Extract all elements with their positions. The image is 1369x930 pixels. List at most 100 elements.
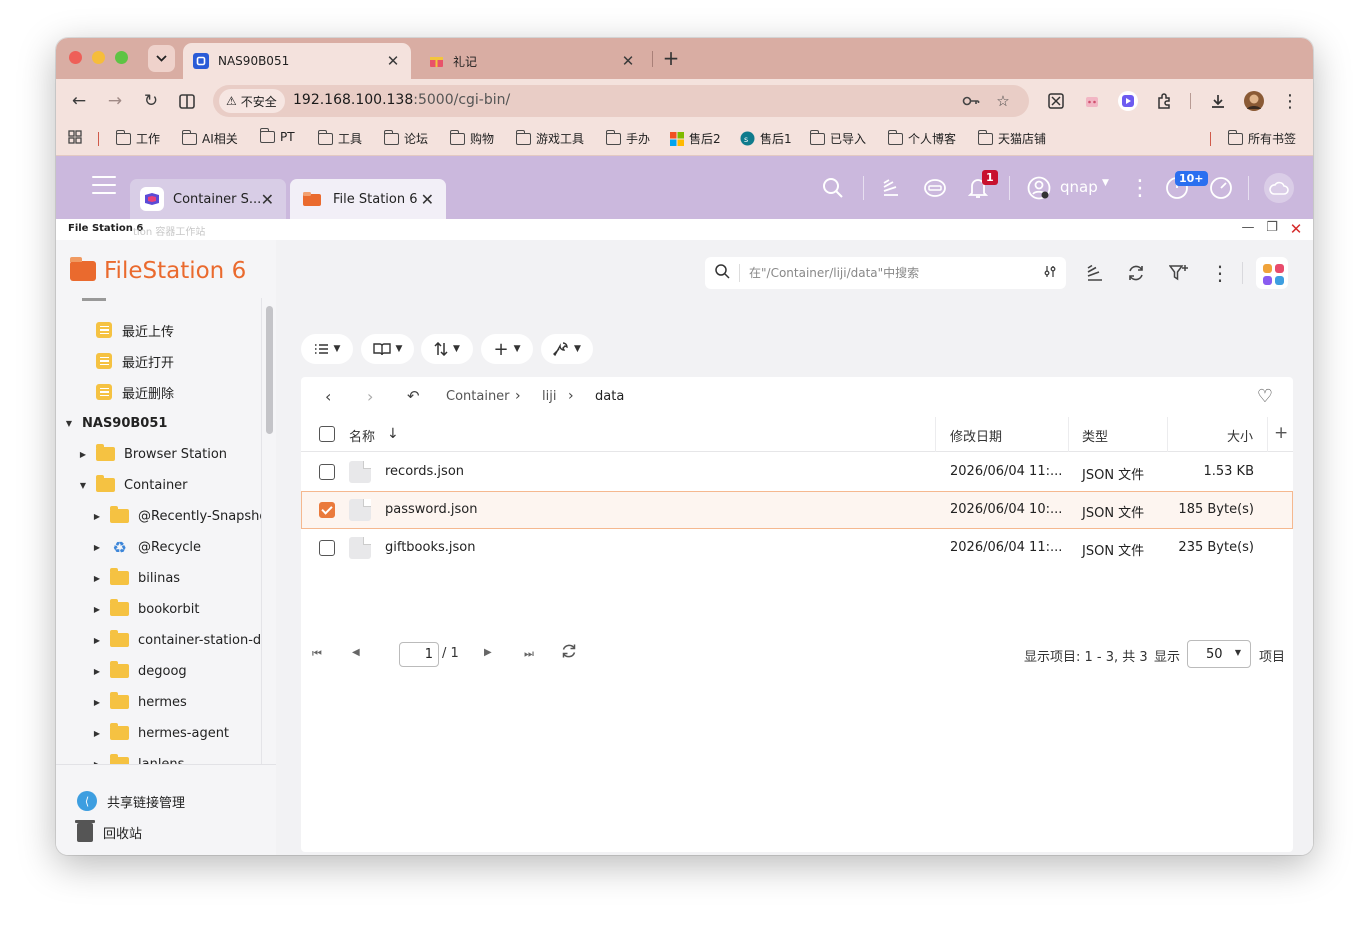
maximize-icon[interactable]: ❐ (1263, 220, 1281, 238)
zoom-window-button[interactable] (115, 51, 128, 64)
sort-button[interactable]: ▼ (421, 334, 473, 364)
close-window-button[interactable] (69, 51, 82, 64)
security-chip[interactable]: ⚠ 不安全 (219, 89, 285, 113)
row-checkbox[interactable] (319, 540, 335, 556)
background-tasks-icon[interactable] (877, 174, 905, 202)
bookmark-folder[interactable]: 已导入 (809, 129, 866, 147)
table-row-selected[interactable]: password.json 2026/06/04 10:... JSON 文件 … (301, 491, 1293, 529)
collapsed-caret-icon[interactable]: ▶ (92, 574, 102, 583)
bookmark-folder[interactable]: AI相关 (181, 129, 238, 147)
extension-robot-icon[interactable] (1080, 89, 1104, 113)
collapsed-caret-icon[interactable]: ▶ (92, 636, 102, 645)
tree-item-folder[interactable]: ▶ hermes-agent (92, 721, 229, 745)
reading-mode-icon[interactable] (176, 90, 198, 112)
tree-item-nas[interactable]: ▼ NAS90B051 (64, 411, 168, 435)
download-icon[interactable] (1206, 89, 1230, 113)
collapsed-caret-icon[interactable]: ▶ (92, 543, 102, 552)
search-box[interactable] (705, 257, 1066, 289)
tree-item-folder[interactable]: ▶ @Recently-Snapshot (92, 504, 261, 528)
search-input[interactable] (749, 266, 1044, 280)
browser-tab-nas[interactable]: NAS90B051 ✕ (183, 43, 411, 79)
extension-scissors-icon[interactable] (1044, 89, 1068, 113)
sidebar-scrollbar[interactable] (261, 298, 276, 764)
tree-item-folder[interactable]: ▶ bilinas (92, 566, 180, 590)
breadcrumb-current[interactable]: data (595, 389, 624, 404)
table-row[interactable]: giftbooks.json 2026/06/04 11:... JSON 文件… (301, 529, 1293, 567)
apps-grid-icon[interactable] (68, 130, 82, 144)
more-actions-icon[interactable]: ⋮ (1207, 260, 1233, 286)
breadcrumb-item[interactable]: liji (542, 389, 556, 404)
tree-item-recent-delete[interactable]: 最近删除 (96, 380, 174, 404)
extensions-puzzle-icon[interactable] (1152, 89, 1176, 113)
row-checkbox[interactable] (319, 502, 335, 518)
add-column-icon[interactable]: + (1274, 423, 1288, 443)
bookmark-folder[interactable]: PT (259, 128, 295, 144)
expanded-caret-icon[interactable]: ▼ (78, 481, 88, 490)
bookmark-star-icon[interactable]: ☆ (993, 91, 1013, 111)
background-tasks-icon[interactable] (1082, 260, 1108, 286)
bookmark-link[interactable]: s 售后1 (740, 130, 792, 147)
view-mode-button[interactable]: ▼ (301, 334, 353, 364)
per-page-select[interactable]: 50 ▼ (1187, 640, 1251, 668)
extension-purple-icon[interactable] (1116, 89, 1140, 113)
share-link-management[interactable]: ⟨ 共享链接管理 (77, 791, 185, 811)
collapsed-caret-icon[interactable]: ▶ (92, 729, 102, 738)
resource-monitor-icon[interactable] (1207, 174, 1235, 202)
search-icon[interactable] (819, 174, 847, 202)
tree-item-recent-open[interactable]: 最近打开 (96, 349, 174, 373)
tree-item-recycle[interactable]: ▶ ♻ @Recycle (92, 535, 201, 559)
bookmark-folder[interactable]: 论坛 (383, 129, 428, 147)
sort-desc-icon[interactable]: ↓ (387, 426, 399, 442)
close-tab-icon[interactable]: ✕ (385, 52, 401, 70)
password-key-icon[interactable] (961, 91, 981, 111)
external-device-icon[interactable] (921, 174, 949, 202)
more-options-icon[interactable]: ⋮ (1126, 174, 1154, 202)
column-header-modified[interactable]: 修改日期 (950, 426, 1002, 445)
tree-item-recent-upload[interactable]: 最近上传 (96, 318, 174, 342)
app-tab-file-station[interactable]: File Station 6 ✕ (290, 179, 446, 219)
prev-page-icon[interactable]: ◀ (352, 647, 360, 658)
preview-mode-button[interactable]: ▼ (361, 334, 414, 364)
tree-item-folder[interactable]: ▶ Browser Station (78, 442, 227, 466)
bookmark-folder[interactable]: 游戏工具 (515, 129, 584, 147)
filter-icon[interactable] (1166, 260, 1192, 286)
parent-folder-icon[interactable]: ↶ (407, 387, 420, 405)
myqnapcloud-icon[interactable] (1264, 173, 1294, 203)
row-checkbox[interactable] (319, 464, 335, 480)
advanced-search-icon[interactable] (1044, 265, 1056, 282)
collapsed-caret-icon[interactable]: ▶ (92, 698, 102, 707)
collapsed-caret-icon[interactable]: ▶ (78, 450, 88, 459)
next-page-icon[interactable]: ▶ (484, 647, 492, 658)
recycle-bin-link[interactable]: 回收站 (75, 820, 142, 842)
column-header-size[interactable]: 大小 (1227, 426, 1253, 445)
close-app-tab-icon[interactable]: ✕ (421, 190, 434, 209)
column-header-type[interactable]: 类型 (1082, 426, 1108, 445)
refresh-icon[interactable] (1123, 260, 1149, 286)
page-number-input[interactable] (399, 642, 439, 667)
user-menu-caret-icon[interactable]: ▼ (1102, 178, 1109, 188)
tree-item-folder[interactable]: ▼ Container (78, 473, 188, 497)
create-button[interactable]: + ▼ (481, 334, 533, 364)
new-tab-button[interactable]: + (659, 46, 683, 70)
username-label[interactable]: qnap (1060, 178, 1098, 196)
minimize-window-button[interactable] (92, 51, 105, 64)
bookmark-folder[interactable]: 天猫店铺 (977, 129, 1046, 147)
profile-avatar[interactable] (1242, 89, 1266, 113)
tree-item-folder[interactable]: ▶ lanlens (92, 752, 184, 764)
first-page-icon[interactable]: ⏮ (312, 647, 322, 661)
bookmark-folder[interactable]: 购物 (449, 129, 494, 147)
collapsed-caret-icon[interactable]: ▶ (92, 605, 102, 614)
reload-icon[interactable]: ↻ (140, 90, 162, 112)
scrollbar-thumb[interactable] (266, 306, 273, 434)
select-all-checkbox[interactable] (319, 426, 335, 442)
column-divider[interactable] (1167, 417, 1168, 452)
last-page-icon[interactable]: ⏭ (524, 647, 534, 661)
bookmark-link[interactable]: 售后2 (670, 130, 721, 147)
tree-item-folder[interactable]: ▶ degoog (92, 659, 187, 683)
tree-item-folder[interactable]: ▶ bookorbit (92, 597, 199, 621)
back-icon[interactable]: ← (68, 90, 90, 112)
tab-search-button[interactable] (148, 45, 175, 72)
column-divider[interactable] (935, 417, 936, 452)
close-tab-icon[interactable]: ✕ (620, 52, 636, 70)
main-menu-icon[interactable] (92, 176, 116, 194)
